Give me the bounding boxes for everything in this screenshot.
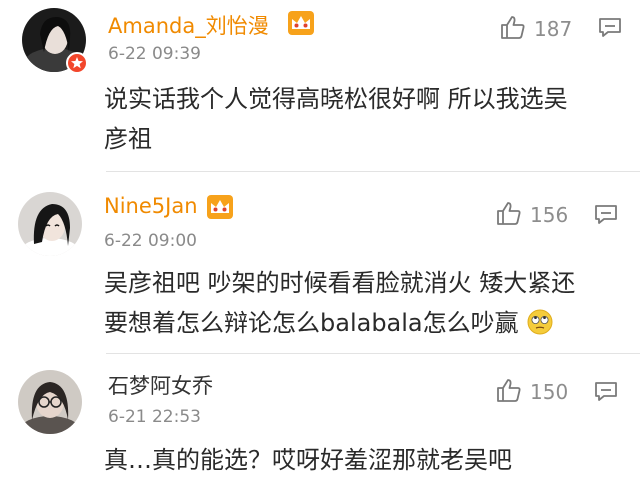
- thumbs-up-icon: [500, 14, 526, 44]
- comment-reply-icon[interactable]: [594, 204, 618, 230]
- username[interactable]: Amanda_刘怡漫: [108, 10, 269, 40]
- thumbs-up-icon: [496, 377, 522, 407]
- verified-badge-icon: [66, 52, 88, 74]
- comment-item: 石梦阿女乔 6-21 22:53 150 真…真的能选？哎呀好羞涩那就老吴吧: [0, 355, 640, 499]
- comment-item: Amanda_刘怡漫 6-22 09:39 187 说实话我个人觉得高晓松很好啊…: [0, 0, 640, 172]
- like-count: 156: [530, 203, 569, 227]
- comment-text-line: 要想着怎么辩论怎么balabala怎么吵赢: [104, 303, 575, 347]
- comment-text-fragment: 要想着怎么辩论怎么balabala怎么吵赢: [104, 309, 519, 337]
- rolling-eyes-emoji-icon: [527, 307, 553, 347]
- like-count: 187: [534, 17, 573, 41]
- comment-reply-icon[interactable]: [598, 17, 622, 43]
- comment-text: 说实话我个人觉得高晓松很好啊 所以我选吴 彦祖: [104, 79, 568, 159]
- comment-text-line: 真…真的能选？哎呀好羞涩那就老吴吧: [104, 446, 512, 474]
- comment-reply-icon[interactable]: [594, 381, 618, 407]
- comment-time: 6-21 22:53: [108, 407, 201, 427]
- like-button[interactable]: 150: [496, 377, 568, 407]
- comment-text: 吴彦祖吧 吵架的时候看看脸就消火 矮大紧还 要想着怎么辩论怎么balabala怎…: [104, 263, 575, 347]
- comment-text-line: 说实话我个人觉得高晓松很好啊 所以我选吴: [104, 85, 568, 113]
- username[interactable]: Nine5Jan: [104, 194, 198, 218]
- avatar[interactable]: [18, 192, 82, 256]
- comment-text-line: 吴彦祖吧 吵架的时候看看脸就消火 矮大紧还: [104, 269, 576, 297]
- like-button[interactable]: 156: [496, 200, 568, 230]
- username[interactable]: 石梦阿女乔: [108, 370, 213, 400]
- vip-crown-icon: [287, 10, 315, 40]
- avatar[interactable]: [18, 370, 82, 434]
- divider: [106, 353, 640, 354]
- like-button[interactable]: 187: [500, 14, 572, 44]
- comment-text: 真…真的能选？哎呀好羞涩那就老吴吧: [104, 440, 512, 480]
- comment-item: Nine5Jan 6-22 09:00 156 吴彦祖吧 吵架的时候看看脸就消火…: [0, 172, 640, 355]
- thumbs-up-icon: [496, 200, 522, 230]
- comment-text-line: 彦祖: [104, 125, 152, 153]
- comment-time: 6-22 09:39: [108, 44, 201, 64]
- like-count: 150: [530, 380, 569, 404]
- vip-crown-icon: [206, 194, 234, 224]
- comment-time: 6-22 09:00: [104, 231, 197, 251]
